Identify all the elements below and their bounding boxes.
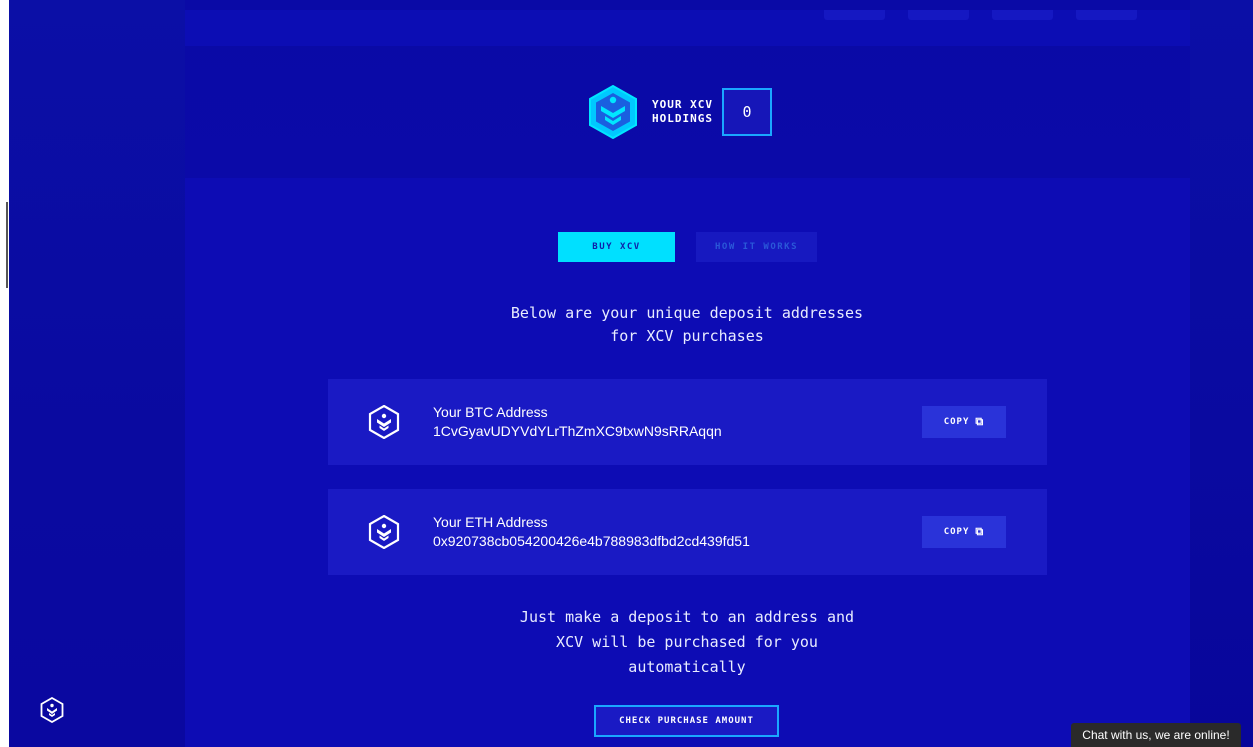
btc-address-card: Your BTC Address 1CvGyavUDYVdYLrThZmXC9t… [328,379,1047,465]
holdings-label-line2: HOLDINGS [652,112,713,125]
holdings-value: 0 [722,88,772,136]
outro-line2: XCV will be purchased for you [556,633,818,651]
nav-item-2[interactable] [908,10,969,20]
nav-item-3[interactable] [992,10,1053,20]
window-edge-marker [6,202,8,288]
xcv-hex-logo-icon [368,515,400,549]
chat-widget[interactable]: Chat with us, we are online! [1071,723,1241,747]
intro-line1: Below are your unique deposit addresses [510,304,864,322]
eth-address-title: Your ETH Address [433,514,548,530]
eth-address-value[interactable]: 0x920738cb054200426e4b788983dfbd2cd439fd… [433,533,750,549]
nav-item-1[interactable] [824,10,885,20]
window-left-edge [0,0,9,747]
copy-button-label: COPY [943,417,970,427]
xcv-hex-logo-icon[interactable] [40,697,64,723]
copy-button-label: COPY [943,527,970,537]
holdings-widget: YOUR XCV HOLDINGS 0 [588,85,772,139]
xcv-hex-logo-icon [589,85,637,139]
page-right-gutter [1190,0,1253,747]
copy-eth-button[interactable]: COPY ⧉ [922,516,1006,548]
page-left-gutter [9,0,185,747]
outro-line1: Just make a deposit to an address and [519,608,855,626]
intro-text: Below are your unique deposit addresses … [460,302,914,348]
btc-address-title: Your BTC Address [433,404,548,420]
xcv-hex-logo-icon [368,405,400,439]
tab-buy-xcv[interactable]: BUY XCV [558,232,675,262]
check-purchase-amount-button[interactable]: CHECK PURCHASE AMOUNT [594,705,779,737]
copy-icon: ⧉ [975,525,985,538]
holdings-label-line1: YOUR XCV [652,98,713,111]
tab-how-it-works[interactable]: HOW IT WORKS [696,232,817,262]
intro-line2: for XCV purchases [610,327,764,345]
nav-item-4[interactable] [1076,10,1137,20]
outro-line3: automatically [628,658,746,676]
btc-address-value[interactable]: 1CvGyavUDYVdYLrThZmXC9txwN9sRRAqqn [433,423,722,439]
holdings-label: YOUR XCV HOLDINGS [652,98,714,126]
outro-text: Just make a deposit to an address and XC… [470,605,904,680]
copy-btc-button[interactable]: COPY ⧉ [922,406,1006,438]
copy-icon: ⧉ [975,415,985,428]
eth-address-card: Your ETH Address 0x920738cb054200426e4b7… [328,489,1047,575]
